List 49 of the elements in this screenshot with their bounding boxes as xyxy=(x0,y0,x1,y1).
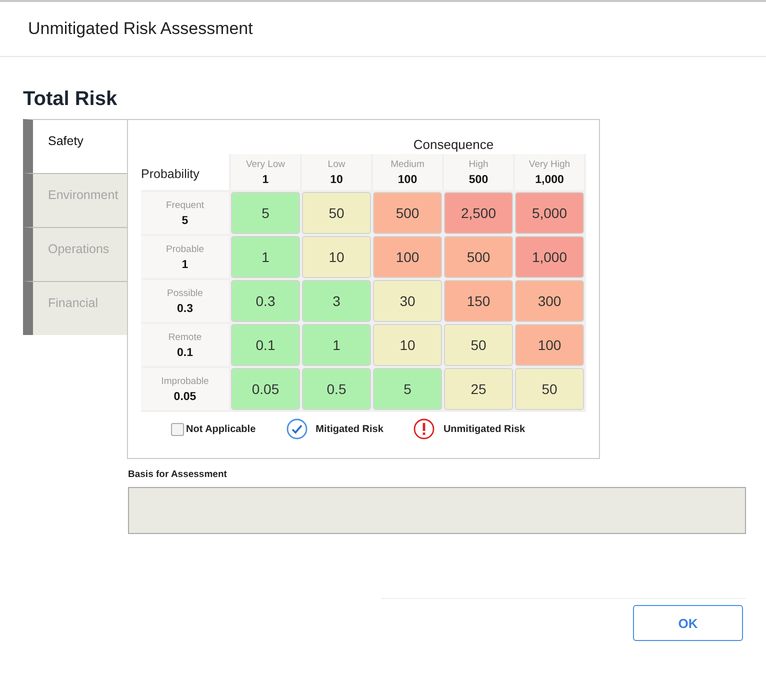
window-title: Unmitigated Risk Assessment xyxy=(28,19,253,39)
risk-cell[interactable]: 50 xyxy=(515,368,584,410)
risk-cell[interactable]: 0.05 xyxy=(231,368,300,410)
risk-cell[interactable]: 10 xyxy=(373,324,442,366)
warning-icon xyxy=(413,418,436,440)
risk-cell[interactable]: 50 xyxy=(302,192,371,234)
column-header: Low 10 xyxy=(302,154,371,190)
column-header: High 500 xyxy=(444,154,513,190)
risk-cell[interactable]: 1,000 xyxy=(515,236,584,278)
category-tab[interactable]: Safety xyxy=(23,119,127,173)
field-label: Basis for Assessment xyxy=(128,469,228,480)
row-header: Possible 0.3 xyxy=(141,280,229,322)
risk-cell[interactable]: 5 xyxy=(231,192,300,234)
risk-cell[interactable]: 1 xyxy=(231,236,300,278)
legend-label: Unmitigated Risk xyxy=(443,424,526,434)
row-header: Frequent 5 xyxy=(141,192,229,234)
risk-cell[interactable]: 150 xyxy=(444,280,513,322)
check-circle-icon xyxy=(286,418,308,440)
risk-cell[interactable]: 25 xyxy=(444,368,513,410)
column-header: Very High 1,000 xyxy=(515,154,584,190)
ok-button[interactable]: OK xyxy=(633,605,743,641)
risk-cell[interactable]: 10 xyxy=(302,236,371,278)
risk-cell[interactable]: 1 xyxy=(302,324,371,366)
risk-cell[interactable]: 500 xyxy=(373,192,442,234)
risk-cell[interactable]: 2,500 xyxy=(444,192,513,234)
column-header: Medium 100 xyxy=(373,154,442,190)
risk-cell[interactable]: 30 xyxy=(373,280,442,322)
risk-cell[interactable]: 0.1 xyxy=(231,324,300,366)
text-field[interactable] xyxy=(128,487,746,534)
checkbox-label: Not Applicable xyxy=(186,424,256,434)
section-heading: Total Risk xyxy=(23,88,118,111)
legend-label: Mitigated Risk xyxy=(316,424,384,434)
risk-cell[interactable]: 0.5 xyxy=(302,368,371,410)
axis-label: Probability xyxy=(141,167,200,181)
risk-cell[interactable]: 5 xyxy=(373,368,442,410)
column-header: Very Low 1 xyxy=(231,154,300,190)
risk-cell[interactable]: 300 xyxy=(515,280,584,322)
row-header: Remote 0.1 xyxy=(141,324,229,366)
risk-cell[interactable]: 50 xyxy=(444,324,513,366)
risk-cell[interactable]: 0.3 xyxy=(231,280,300,322)
row-header: Improbable 0.05 xyxy=(141,368,229,410)
risk-cell[interactable]: 500 xyxy=(444,236,513,278)
risk-cell[interactable]: 3 xyxy=(302,280,371,322)
risk-cell[interactable]: 5,000 xyxy=(515,192,584,234)
axis-label: Consequence xyxy=(413,137,494,152)
row-header: Probable 1 xyxy=(141,236,229,278)
checkbox[interactable] xyxy=(171,422,184,436)
risk-cell[interactable]: 100 xyxy=(373,236,442,278)
risk-cell[interactable]: 100 xyxy=(515,324,584,366)
